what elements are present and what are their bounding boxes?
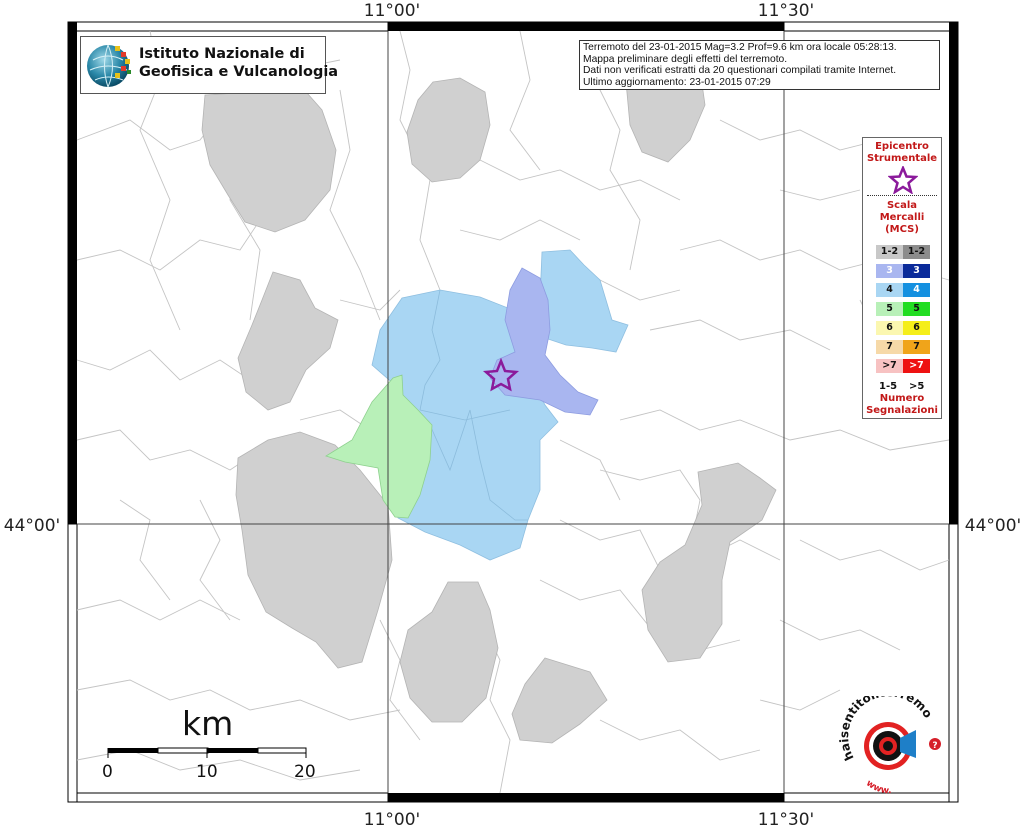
grey-area	[201, 84, 337, 233]
intensity-4-area	[539, 249, 629, 353]
border-segment	[67, 792, 389, 803]
border-segment	[68, 22, 77, 524]
scale-unit-label: km	[182, 704, 234, 743]
legend-swatch-dark: 5	[903, 302, 930, 316]
event-info-line: Mappa preliminare degli effetti del terr…	[583, 53, 788, 65]
legend-separator	[867, 195, 937, 196]
legend-swatch-dark: >7	[903, 359, 930, 373]
event-info-line: Terremoto del 23-01-2015 Mag=3.2 Prof=9.…	[583, 42, 897, 53]
grey-area	[511, 657, 608, 744]
legend-count-line: Numero	[879, 393, 925, 404]
legend-swatch-light: 1-2	[876, 245, 903, 259]
legend-swatch-light: >7	[876, 359, 903, 373]
institute-name: Istituto Nazionale di Geofisica e Vulcan…	[139, 45, 338, 81]
top-lon-label: 11°00'	[364, 1, 420, 21]
legend-scale-line: Scala	[886, 200, 918, 211]
legend-count-title: Numero Segnalazioni	[863, 393, 941, 417]
legend-swatch-dark: 7	[903, 340, 930, 354]
hai-sentito-logo: ? haisentitoilterremoto.it www.	[836, 696, 941, 797]
scale-label: 10	[196, 762, 218, 782]
left-lat-label: 44°00'	[4, 516, 60, 536]
legend-swatch-light: 5	[876, 302, 903, 316]
legend-swatch-light: 3	[876, 264, 903, 278]
right-lat-label: 44°00'	[965, 516, 1021, 536]
grey-area	[406, 77, 491, 183]
svg-text:?: ?	[932, 741, 937, 751]
legend-count-high: >5	[909, 381, 925, 392]
border-segment	[388, 793, 784, 802]
event-info-box: Terremoto del 23-01-2015 Mag=3.2 Prof=9.…	[579, 40, 940, 90]
grey-area	[235, 431, 393, 669]
legend-scale-line: Mercalli	[879, 212, 925, 223]
legend-swatch-dark: 6	[903, 321, 930, 335]
ingv-globe-icon	[87, 44, 131, 88]
scale-segment	[208, 748, 258, 753]
scale-label: 0	[102, 762, 113, 782]
legend-swatch-dark: 4	[903, 283, 930, 297]
grey-area	[641, 462, 777, 663]
scale-segment	[257, 747, 307, 754]
grey-area	[399, 581, 499, 723]
legend-swatch-light: 6	[876, 321, 903, 335]
legend-epicenter-line: Strumentale	[866, 153, 938, 164]
border-segment	[67, 523, 78, 803]
institute-box: Istituto Nazionale di Geofisica e Vulcan…	[80, 36, 338, 94]
legend-star-icon	[888, 166, 918, 194]
logo-www: www.	[864, 779, 892, 797]
legend-swatch-light: 4	[876, 283, 903, 297]
legend-epicenter-line: Epicentro	[875, 141, 929, 152]
legend-epicenter-title: Epicentro Strumentale	[863, 141, 941, 165]
border-segment	[388, 22, 784, 31]
institute-line: Geofisica e Vulcanologia	[139, 64, 339, 80]
border-segment	[948, 523, 959, 803]
legend-scale-title: Scala Mercalli (MCS)	[863, 200, 941, 236]
scale-bar	[107, 747, 307, 758]
border-segment	[67, 21, 389, 32]
scale-label: 20	[294, 762, 316, 782]
legend-swatch-light: 7	[876, 340, 903, 354]
legend-count-low: 1-5	[879, 381, 898, 392]
bottom-lon-label: 11°30'	[758, 810, 814, 830]
event-info-line: Dati non verificati estratti da 20 quest…	[583, 65, 897, 77]
legend-scale-line: (MCS)	[885, 224, 919, 235]
institute-line: Istituto Nazionale di	[139, 46, 305, 62]
legend-swatch-dark: 1-2	[903, 245, 930, 259]
border-segment	[949, 22, 958, 524]
grey-area	[237, 271, 339, 411]
bottom-lon-label: 11°00'	[364, 810, 420, 830]
legend-count-line: Segnalazioni	[866, 405, 938, 416]
top-lon-label: 11°30'	[758, 1, 814, 21]
legend-swatch-dark: 3	[903, 264, 930, 278]
event-info-line: Ultimo aggiornamento: 23-01-2015 07:29	[583, 76, 771, 88]
legend: Epicentro Strumentale Scala Mercalli (MC…	[862, 137, 942, 419]
border-segment	[783, 21, 959, 32]
scale-segment	[108, 748, 158, 753]
scale-segment	[157, 747, 209, 754]
